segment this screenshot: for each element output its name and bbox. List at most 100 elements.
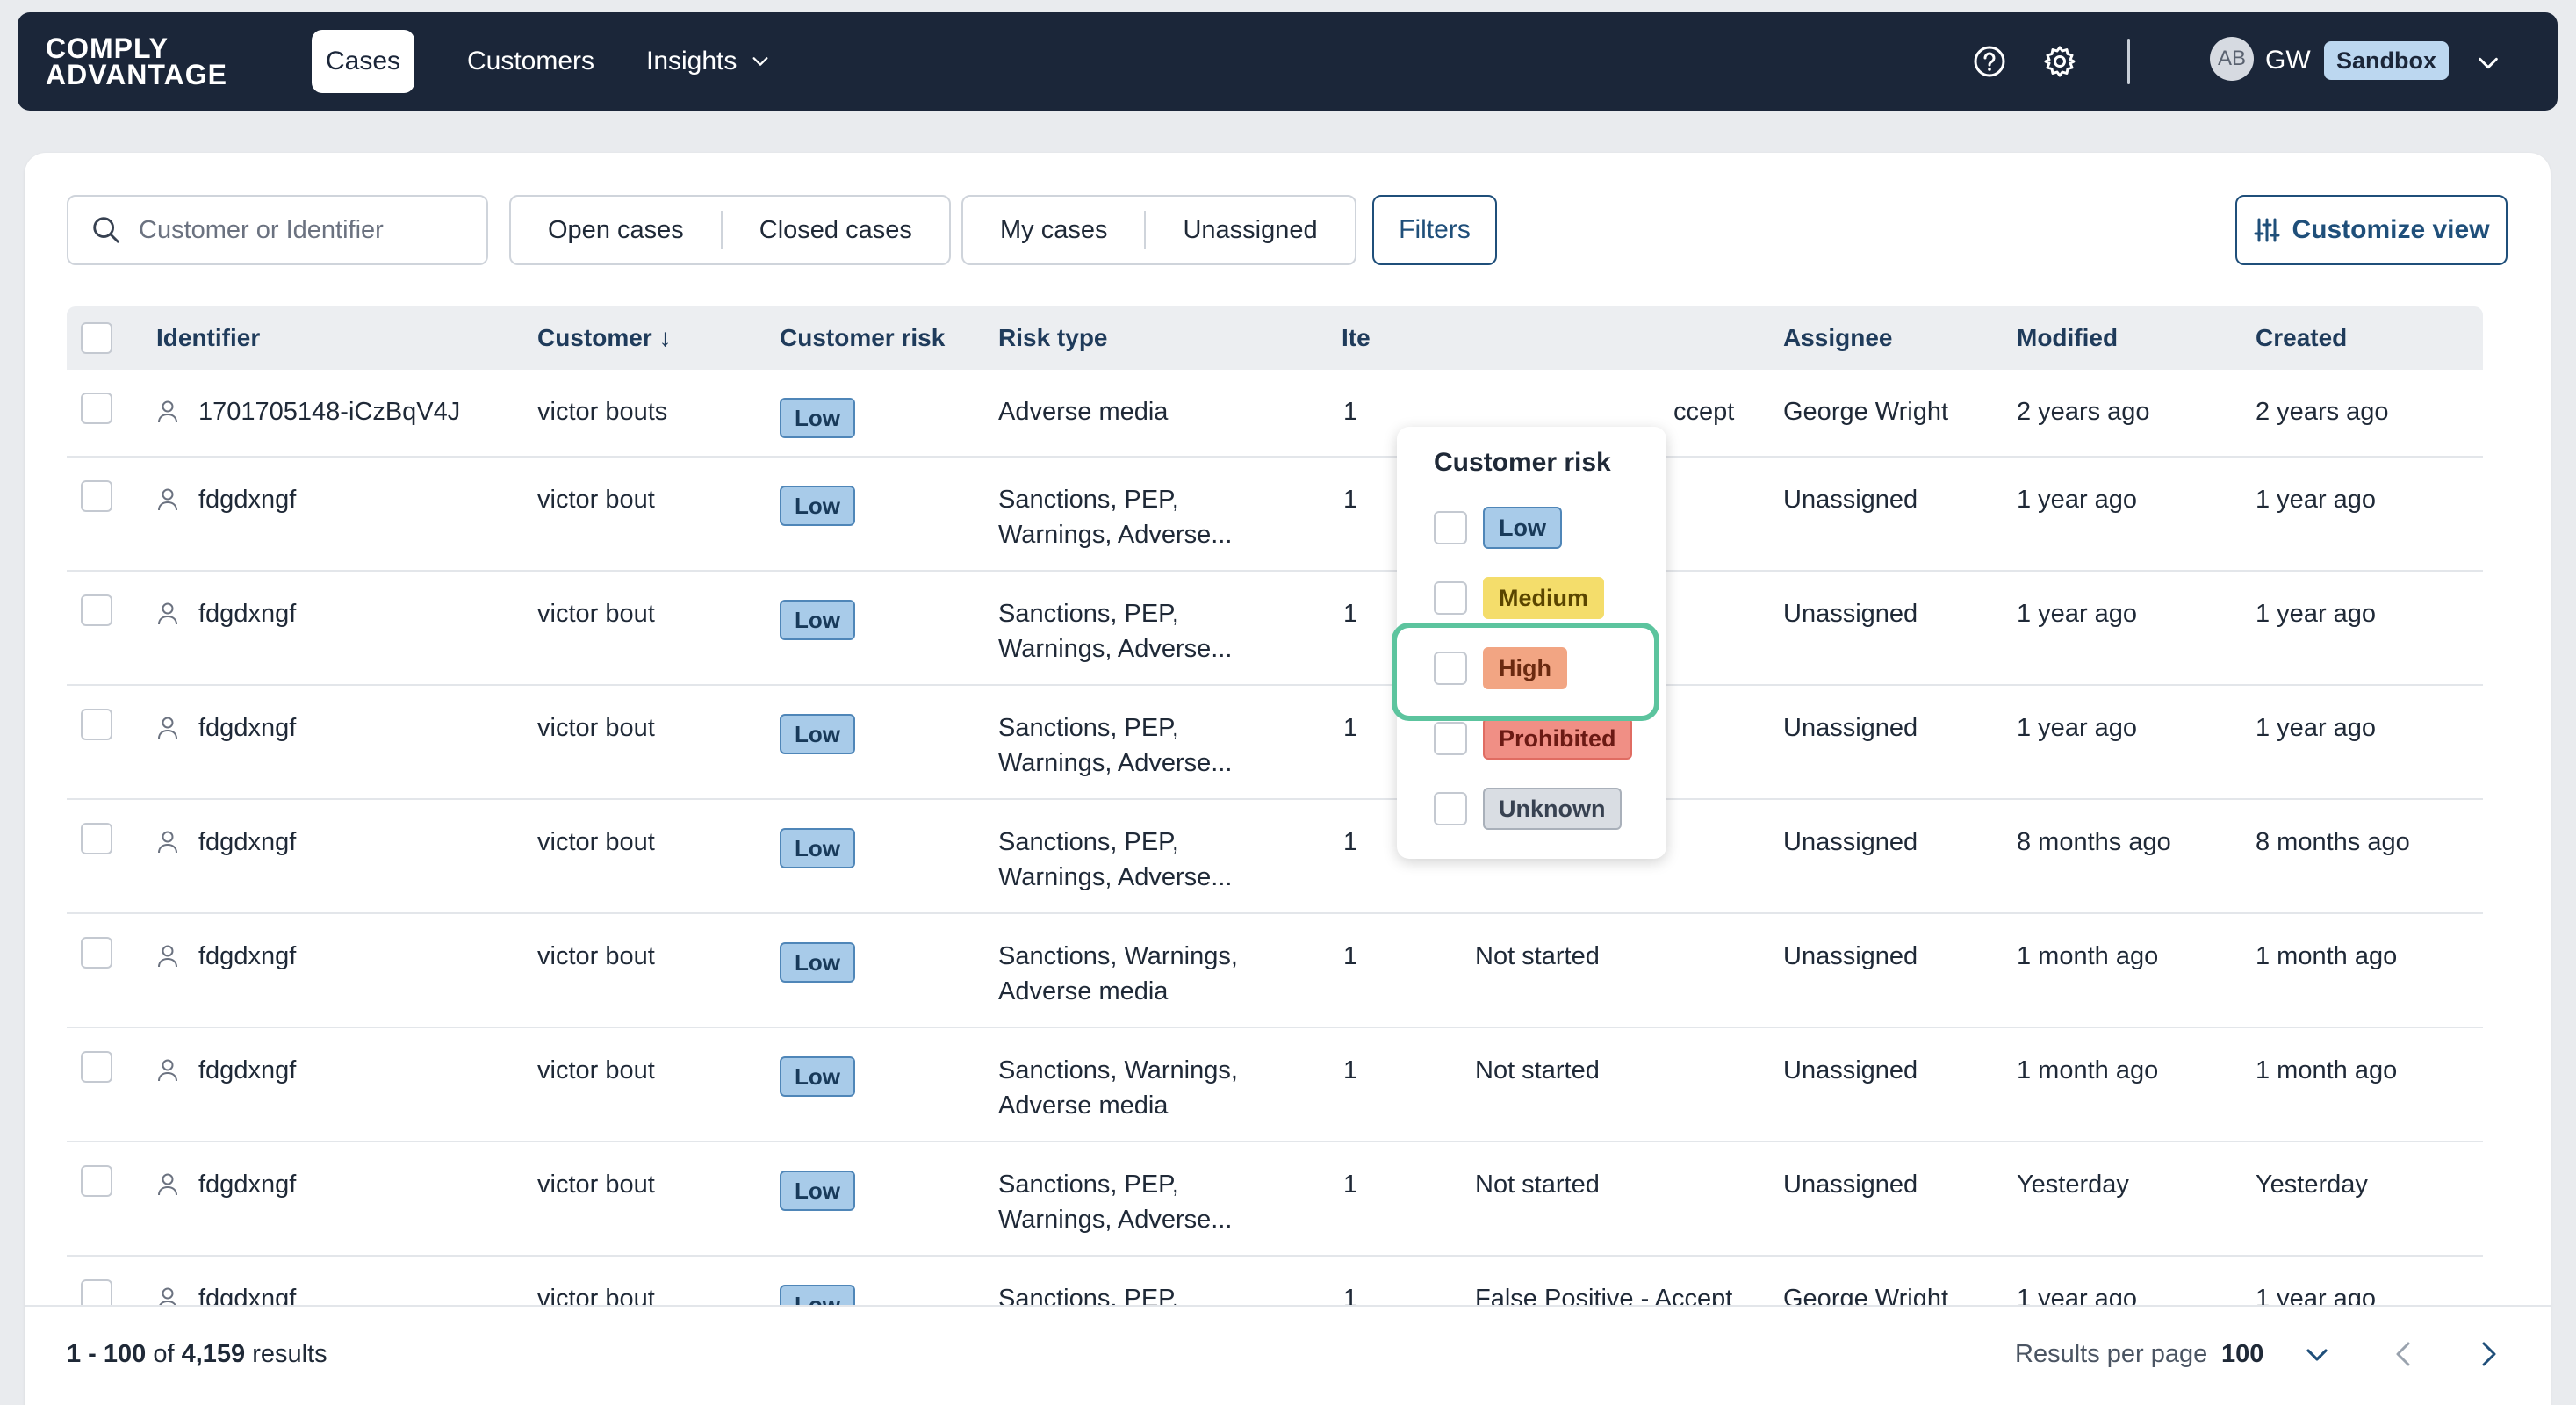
cell-risk-type: Sanctions, PEP, Warnings, Adverse... xyxy=(998,714,1233,777)
cell-identifier[interactable]: fdgdxngf xyxy=(198,710,296,746)
row-checkbox[interactable] xyxy=(81,480,112,512)
column-items[interactable]: Ite xyxy=(1342,306,1371,370)
gear-icon[interactable] xyxy=(2042,44,2077,79)
cell-identifier[interactable]: fdgdxngf xyxy=(198,482,296,517)
closed-cases-option[interactable]: Closed cases xyxy=(723,197,949,263)
row-checkbox[interactable] xyxy=(81,1165,112,1197)
filter-checkbox-unknown[interactable] xyxy=(1434,792,1467,825)
customize-view-button[interactable]: Customize view xyxy=(2235,195,2508,265)
previous-page-icon[interactable] xyxy=(2386,1337,2421,1372)
open-cases-option[interactable]: Open cases xyxy=(511,197,721,263)
column-created[interactable]: Created xyxy=(2256,306,2347,370)
risk-tag-prohibited: Prohibited xyxy=(1483,717,1632,760)
table-row[interactable]: fdgdxngf victor bout Low Sanctions, PEP, Wa… xyxy=(67,458,2483,572)
cell-status: Not started xyxy=(1475,1056,1600,1084)
select-all-checkbox[interactable] xyxy=(81,322,112,354)
risk-tag-high: High xyxy=(1483,647,1567,689)
cases-table: Identifier Customer ↓ Customer risk Risk… xyxy=(67,306,2483,1371)
filter-checkbox-low[interactable] xyxy=(1434,511,1467,544)
cell-identifier[interactable]: 1701705148-iCzBqV4J xyxy=(198,394,460,429)
chevron-down-icon[interactable] xyxy=(2476,51,2500,76)
table-row[interactable]: fdgdxngf victor bout Low Sanctions, PEP, Wa… xyxy=(67,800,2483,914)
column-customer[interactable]: Customer ↓ xyxy=(537,306,671,370)
cell-customer: victor bout xyxy=(537,828,655,856)
column-modified[interactable]: Modified xyxy=(2017,306,2118,370)
company-logo[interactable]: COMPLY ADVANTAGE xyxy=(46,32,227,89)
cell-status: Not started xyxy=(1475,1171,1600,1199)
cell-created: 2 years ago xyxy=(2256,398,2389,426)
filters-button[interactable]: Filters xyxy=(1372,195,1497,265)
risk-tag-medium: Medium xyxy=(1483,577,1605,619)
filter-option-prohibited[interactable]: Prohibited xyxy=(1434,717,1632,760)
filter-option-unknown[interactable]: Unknown xyxy=(1434,787,1622,831)
row-checkbox[interactable] xyxy=(81,1051,112,1083)
cell-items: 1 xyxy=(1343,942,1358,970)
cell-risk-type: Sanctions, PEP, Warnings, Adverse... xyxy=(998,1171,1233,1234)
person-icon xyxy=(158,488,177,511)
cell-identifier[interactable]: fdgdxngf xyxy=(198,1167,296,1202)
table-row[interactable]: fdgdxngf victor bout Low Sanctions, PEP, Wa… xyxy=(67,572,2483,686)
filter-option-low[interactable]: Low xyxy=(1434,506,1562,550)
customize-view-label: Customize view xyxy=(2292,215,2490,244)
cell-assignee: George Wright xyxy=(1783,398,1949,426)
results-of: of xyxy=(153,1340,175,1368)
risk-badge: Low xyxy=(780,398,855,438)
column-identifier[interactable]: Identifier xyxy=(156,306,260,370)
cell-customer: victor bout xyxy=(537,600,655,628)
table-row[interactable]: fdgdxngf victor bout Low Sanctions, PEP, Wa… xyxy=(67,686,2483,800)
cell-items: 1 xyxy=(1343,600,1358,628)
cell-risk-type: Sanctions, Warnings, Adverse media xyxy=(998,942,1238,1005)
row-checkbox[interactable] xyxy=(81,594,112,626)
help-circle-icon[interactable] xyxy=(1972,44,2007,79)
cell-customer: victor bout xyxy=(537,942,655,970)
person-icon xyxy=(158,400,177,423)
cell-assignee: Unassigned xyxy=(1783,600,1918,628)
column-risk-type[interactable]: Risk type xyxy=(998,306,1108,370)
nav-cases[interactable]: Cases xyxy=(312,30,415,93)
chevron-down-icon[interactable] xyxy=(2304,1342,2330,1368)
person-icon xyxy=(158,945,177,968)
column-customer-risk[interactable]: Customer risk xyxy=(780,306,945,370)
cell-identifier[interactable]: fdgdxngf xyxy=(198,939,296,974)
cell-assignee: Unassigned xyxy=(1783,486,1918,514)
nav-customers[interactable]: Customers xyxy=(453,30,608,93)
nav-insights-label: Insights xyxy=(646,47,738,76)
row-checkbox[interactable] xyxy=(81,937,112,969)
environment-badge: Sandbox xyxy=(2324,41,2450,80)
column-assignee[interactable]: Assignee xyxy=(1783,306,1893,370)
avatar[interactable]: AB xyxy=(2210,37,2254,81)
person-icon xyxy=(158,602,177,625)
nav-insights[interactable]: Insights xyxy=(632,30,784,93)
filter-checkbox-high[interactable] xyxy=(1434,652,1467,685)
filter-checkbox-medium[interactable] xyxy=(1434,581,1467,615)
sliders-icon xyxy=(2254,218,2280,242)
table-row[interactable]: 1701705148-iCzBqV4J victor bouts Low Advers… xyxy=(67,370,2483,458)
my-cases-option[interactable]: My cases xyxy=(963,197,1144,263)
table-row[interactable]: fdgdxngf victor bout Low Sanctions, PEP, Wa… xyxy=(67,1142,2483,1257)
person-icon xyxy=(158,717,177,739)
unassigned-option[interactable]: Unassigned xyxy=(1146,197,1354,263)
cell-identifier[interactable]: fdgdxngf xyxy=(198,1053,296,1088)
results-per-page-select[interactable]: 100 xyxy=(2221,1340,2263,1369)
row-checkbox[interactable] xyxy=(81,823,112,854)
row-checkbox[interactable] xyxy=(81,709,112,740)
cell-identifier[interactable]: fdgdxngf xyxy=(198,825,296,860)
user-initials[interactable]: GW xyxy=(2265,42,2311,79)
table-row[interactable]: fdgdxngf victor bout Low Sanctions, Warning… xyxy=(67,1028,2483,1142)
cell-created: 8 months ago xyxy=(2256,828,2410,856)
search-box[interactable] xyxy=(67,195,488,265)
person-icon xyxy=(158,1059,177,1082)
cell-identifier[interactable]: fdgdxngf xyxy=(198,596,296,631)
risk-badge: Low xyxy=(780,1056,855,1097)
filter-checkbox-prohibited[interactable] xyxy=(1434,722,1467,755)
table-row[interactable]: fdgdxngf victor bout Low Sanctions, Warning… xyxy=(67,914,2483,1028)
search-input[interactable] xyxy=(139,215,472,245)
filter-option-medium[interactable]: Medium xyxy=(1434,576,1605,620)
results-count: 1 - 100 of 4,159 results xyxy=(67,1340,327,1369)
top-navigation-bar: COMPLY ADVANTAGE Cases Customers Insight… xyxy=(18,12,2558,111)
row-checkbox[interactable] xyxy=(81,393,112,424)
filter-option-high[interactable]: High xyxy=(1434,646,1567,690)
risk-badge: Low xyxy=(780,600,855,640)
next-page-icon[interactable] xyxy=(2471,1337,2506,1372)
logo-line-1: COMPLY xyxy=(46,32,169,64)
